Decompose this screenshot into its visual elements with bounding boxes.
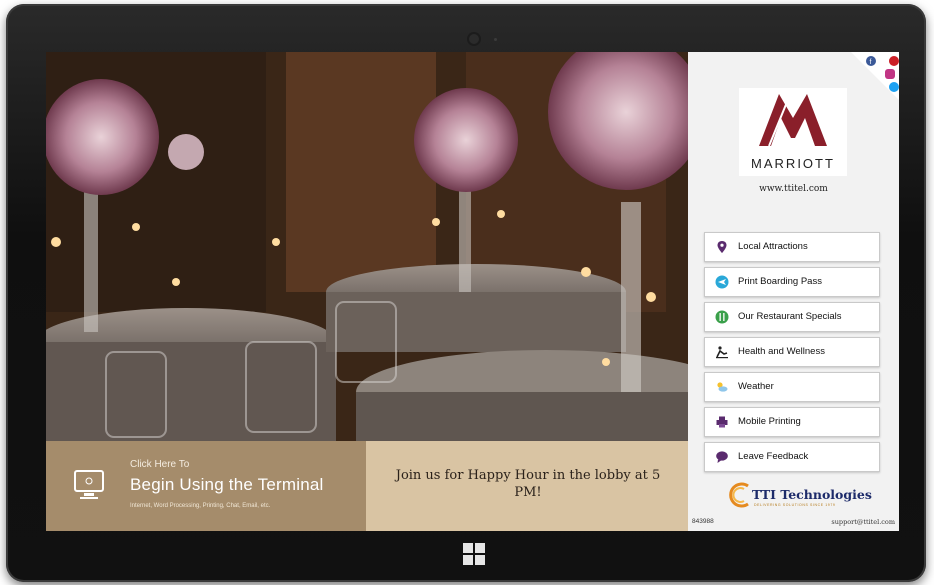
kiosk-sidebar: f MARRIOTT www.ttitel.com Local Attracti… [688,52,899,531]
logo-wordmark: MARRIOTT [751,156,835,171]
menu-label: Leave Feedback [738,451,809,462]
svg-text:f: f [870,59,872,66]
click-here-label: Click Here To [130,459,190,470]
menu-weather[interactable]: Weather [704,372,880,402]
menu-label: Health and Wellness [738,346,825,357]
menu-label: Print Boarding Pass [738,276,822,287]
menu-health-wellness[interactable]: Health and Wellness [704,337,880,367]
printer-icon [716,416,728,428]
sensor-dot [494,38,497,41]
fork-knife-icon [715,310,729,324]
kiosk-screen: Click Here To Begin Using the Terminal I… [46,52,899,531]
website-url: www.ttitel.com [759,184,828,194]
begin-terminal-label: Begin Using the Terminal [130,475,324,494]
promo-message: Join us for Happy Hour in the lobby at 5… [395,468,661,500]
menu-mobile-printing[interactable]: Mobile Printing [704,407,880,437]
menu-label: Local Attractions [738,241,808,252]
support-email: support@ttitel.com [831,518,895,526]
marriott-m-logo: MARRIOTT [751,94,835,171]
terminal-services-text: Internet, Word Processing, Printing, Cha… [130,503,271,509]
begin-terminal-button[interactable]: Click Here To Begin Using the Terminal I… [46,441,366,531]
weather-icon [717,382,728,392]
twitter-icon[interactable] [889,82,899,92]
fitness-icon [716,346,728,359]
terminal-id: 843988 [692,518,714,525]
provider-tagline: DELIVERING SOLUTIONS SINCE 1979 [754,503,836,507]
monitor-icon [74,470,104,499]
banquet-hero-image [46,52,688,441]
map-pin-icon [717,241,727,253]
menu-label: Our Restaurant Specials [738,311,842,322]
chat-bubble-icon [716,451,728,463]
menu-label: Mobile Printing [738,416,801,427]
tti-swoosh-icon [729,482,749,508]
social-links: f [851,52,899,100]
facebook-icon[interactable]: f [866,56,876,66]
marriott-logo: MARRIOTT [739,88,847,176]
menu-label: Weather [738,381,774,392]
airplane-icon [715,275,729,289]
windows-logo-icon[interactable] [463,543,485,565]
menu-leave-feedback[interactable]: Leave Feedback [704,442,880,472]
promo-banner: Join us for Happy Hour in the lobby at 5… [366,441,688,531]
pinterest-icon[interactable] [889,56,899,66]
tti-technologies-logo: TTI Technologies DELIVERING SOLUTIONS SI… [726,482,876,510]
instagram-icon[interactable] [885,69,895,79]
menu-local-attractions[interactable]: Local Attractions [704,232,880,262]
camera-icon [469,34,479,44]
menu-print-boarding-pass[interactable]: Print Boarding Pass [704,267,880,297]
service-menu: Local Attractions Print Boarding Pass Ou… [704,232,880,477]
banquet-illustration [46,52,688,441]
provider-name: TTI Technologies [752,487,872,502]
menu-restaurant-specials[interactable]: Our Restaurant Specials [704,302,880,332]
